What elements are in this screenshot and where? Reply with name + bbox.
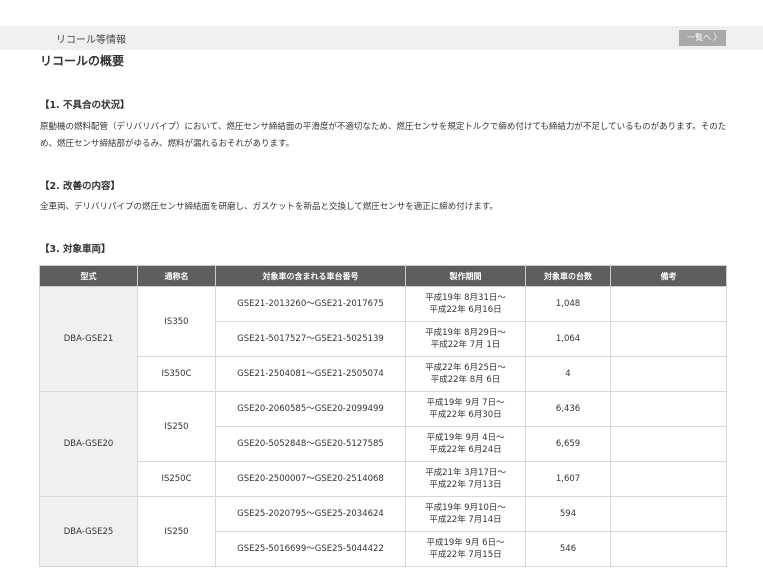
period-cell: 平成19年 9月 7日～ 平成22年 6月30日 [405,391,526,427]
period-cell: 平成19年 9月10日～ 平成22年 7月14日 [405,496,526,532]
recall-vehicle-table: 型式 通称名 対象車の含まれる車台番号 製作期間 対象車の台数 備考 DBA-G… [39,265,727,567]
table-row: DBA-GSE25 IS250 GSE25-2020795～GSE25-2034… [39,496,727,567]
period-cell: 平成19年 8月29日～ 平成22年 7月 1日 [405,321,526,357]
name-cell: IS350 [137,286,216,357]
count-cell: 546 [525,531,611,567]
remarks-cell [610,426,727,462]
period-cell: 平成21年 3月17日～ 平成22年 7月13日 [405,461,526,497]
vin-cell: GSE20-5052848～GSE20-5127585 [215,426,406,462]
header-vin-range: 対象車の含まれる車台番号 [215,265,406,287]
top-bar: リコール等情報 一覧へ 〉 [0,26,763,50]
vin-cell: GSE21-2013260～GSE21-2017675 [215,286,406,322]
header-name: 通称名 [137,265,216,287]
header-count: 対象車の台数 [525,265,611,287]
table-row: DBA-GSE21 IS350 GSE21-2013260～GSE21-2017… [39,286,727,392]
header-title: リコール等情報 [56,35,126,46]
header-production-period: 製作期間 [405,265,526,287]
vin-cell: GSE20-2060585～GSE20-2099499 [215,391,406,427]
model-cell: DBA-GSE25 [39,496,138,567]
vin-cell: GSE25-2020795～GSE25-2034624 [215,496,406,532]
count-cell: 594 [525,496,611,532]
table-header-row: 型式 通称名 対象車の含まれる車台番号 製作期間 対象車の台数 備考 [39,265,727,287]
section-text-status: 原動機の燃料配管（デリバリパイプ）において、燃圧センサ締結面の平滑度が不適切なた… [40,122,727,149]
period-cell: 平成19年 9月 4日～ 平成22年 6月24日 [405,426,526,462]
table-row: IS350C GSE21-2504081～GSE21-2505074 平成22年… [40,356,727,392]
name-cell: IS250C [137,461,216,497]
vin-cell: GSE21-2504081～GSE21-2505074 [215,356,406,392]
period-cell: 平成19年 8月31日～ 平成22年 6月16日 [405,286,526,322]
name-cell: IS350C [137,356,216,392]
header-remarks: 備考 [610,265,727,287]
count-cell: 1,607 [525,461,611,497]
count-cell: 4 [525,356,611,392]
vin-cell: GSE25-5016699～GSE25-5044422 [215,531,406,567]
period-cell: 平成22年 6月25日～ 平成22年 8月 6日 [405,356,526,392]
count-cell: 6,436 [525,391,611,427]
remarks-cell [610,461,727,497]
remarks-cell [610,286,727,322]
remarks-cell [610,496,727,532]
section-heading-status: 【1. 不具合の状況】 [40,100,130,111]
model-cell: DBA-GSE21 [39,286,138,392]
remarks-cell [610,356,727,392]
period-cell: 平成19年 9月 6日～ 平成22年 7月15日 [405,531,526,567]
back-to-list-label: 一覧へ [687,33,711,42]
table-row: DBA-GSE20 IS250 GSE20-2060585～GSE20-2099… [39,391,727,497]
count-cell: 1,048 [525,286,611,322]
model-cell: DBA-GSE20 [39,391,138,497]
count-cell: 6,659 [525,426,611,462]
header-model: 型式 [39,265,138,287]
section-heading-vehicles: 【3. 対象車両】 [40,244,111,255]
chevron-right-icon: 〉 [712,33,722,43]
count-cell: 1,064 [525,321,611,357]
back-to-list-button[interactable]: 一覧へ 〉 [679,30,726,46]
remarks-cell [610,391,727,427]
section-text-fix: 全車両、デリバリパイプの燃圧センサ締結面を研磨し、ガスケットを新品と交換して燃圧… [40,202,498,212]
section-heading-fix: 【2. 改善の内容】 [40,181,121,192]
name-cell: IS250 [137,391,216,462]
table-row: IS250C GSE20-2500007～GSE20-2514068 平成21年… [40,461,727,497]
remarks-cell [610,321,727,357]
remarks-cell [610,531,727,567]
name-cell: IS250 [137,496,216,567]
page-title: リコールの概要 [40,54,125,68]
vin-cell: GSE20-2500007～GSE20-2514068 [215,461,406,497]
vin-cell: GSE21-5017527～GSE21-5025139 [215,321,406,357]
